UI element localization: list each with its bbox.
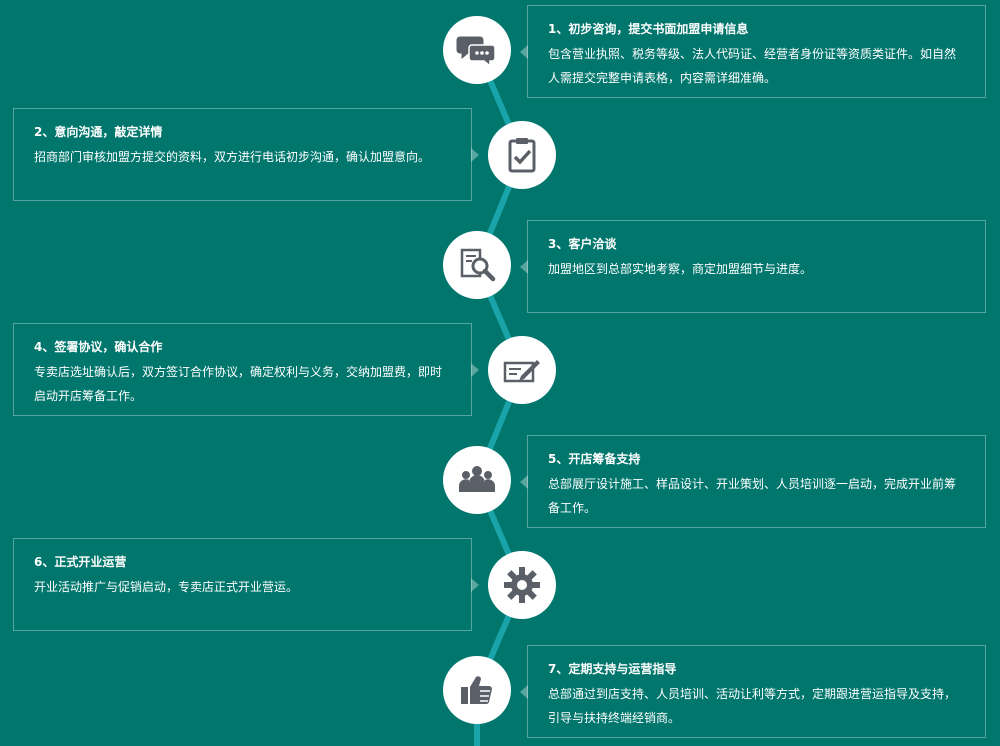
step-title: 2、意向沟通，敲定详情 bbox=[34, 125, 163, 139]
clipboard-check-icon bbox=[508, 138, 536, 173]
step-4-node bbox=[488, 336, 556, 404]
step-6-node bbox=[488, 551, 556, 619]
step-3-card: 3、客户洽谈 加盟地区到总部实地考察，商定加盟细节与进度。 bbox=[520, 220, 986, 313]
step-desc: 总部通过到店支持、人员培训、活动让利等方式，定期跟进营运指导及支持，引导与扶持终… bbox=[548, 687, 957, 725]
step-5-card: 5、开店筹备支持 总部展厅设计施工、样品设计、开业策划、人员培训逐一启动，完成开… bbox=[520, 435, 986, 528]
gear-icon bbox=[504, 567, 540, 603]
step-desc: 招商部门审核加盟方提交的资料，双方进行电话初步沟通，确认加盟意向。 bbox=[34, 150, 431, 164]
step-1-card: 1、初步咨询，提交书面加盟申请信息 包含营业执照、税务等级、法人代码证、经营者身… bbox=[520, 5, 986, 98]
step-title: 6、正式开业运营 bbox=[34, 555, 127, 569]
step-desc: 总部展厅设计施工、样品设计、开业策划、人员培训逐一启动，完成开业前筹备工作。 bbox=[548, 477, 957, 515]
step-7-card: 7、定期支持与运营指导 总部通过到店支持、人员培训、活动让利等方式，定期跟进营运… bbox=[520, 645, 986, 738]
step-3-node bbox=[443, 231, 511, 299]
step-title: 5、开店筹备支持 bbox=[548, 452, 641, 466]
magnifier-doc-icon bbox=[460, 248, 496, 282]
step-6-card: 6、正式开业运营 开业活动推广与促销启动，专卖店正式开业营运。 bbox=[13, 538, 479, 631]
step-1-node bbox=[443, 16, 511, 84]
step-title: 4、签署协议，确认合作 bbox=[34, 340, 163, 354]
step-desc: 开业活动推广与促销启动，专卖店正式开业营运。 bbox=[34, 580, 299, 594]
step-title: 1、初步咨询，提交书面加盟申请信息 bbox=[548, 22, 749, 36]
step-2-card: 2、意向沟通，敲定详情 招商部门审核加盟方提交的资料，双方进行电话初步沟通，确认… bbox=[13, 108, 479, 201]
step-title: 7、定期支持与运营指导 bbox=[548, 662, 677, 676]
thumbs-up-icon bbox=[461, 676, 492, 705]
step-desc: 包含营业执照、税务等级、法人代码证、经营者身份证等资质类证件。如自然人需提交完整… bbox=[548, 47, 957, 85]
step-7-node bbox=[443, 656, 511, 724]
step-2-node bbox=[488, 121, 556, 189]
step-title: 3、客户洽谈 bbox=[548, 237, 617, 251]
sign-contract-icon bbox=[503, 360, 540, 383]
step-5-node bbox=[443, 446, 511, 514]
step-desc: 加盟地区到总部实地考察，商定加盟细节与进度。 bbox=[548, 262, 813, 276]
step-4-card: 4、签署协议，确认合作 专卖店选址确认后，双方签订合作协议，确定权利与义务，交纳… bbox=[13, 323, 479, 416]
step-desc: 专卖店选址确认后，双方签订合作协议，确定权利与义务，交纳加盟费，即时启动开店筹备… bbox=[34, 365, 443, 403]
team-icon bbox=[459, 466, 495, 492]
chat-bubbles-icon bbox=[456, 36, 496, 68]
